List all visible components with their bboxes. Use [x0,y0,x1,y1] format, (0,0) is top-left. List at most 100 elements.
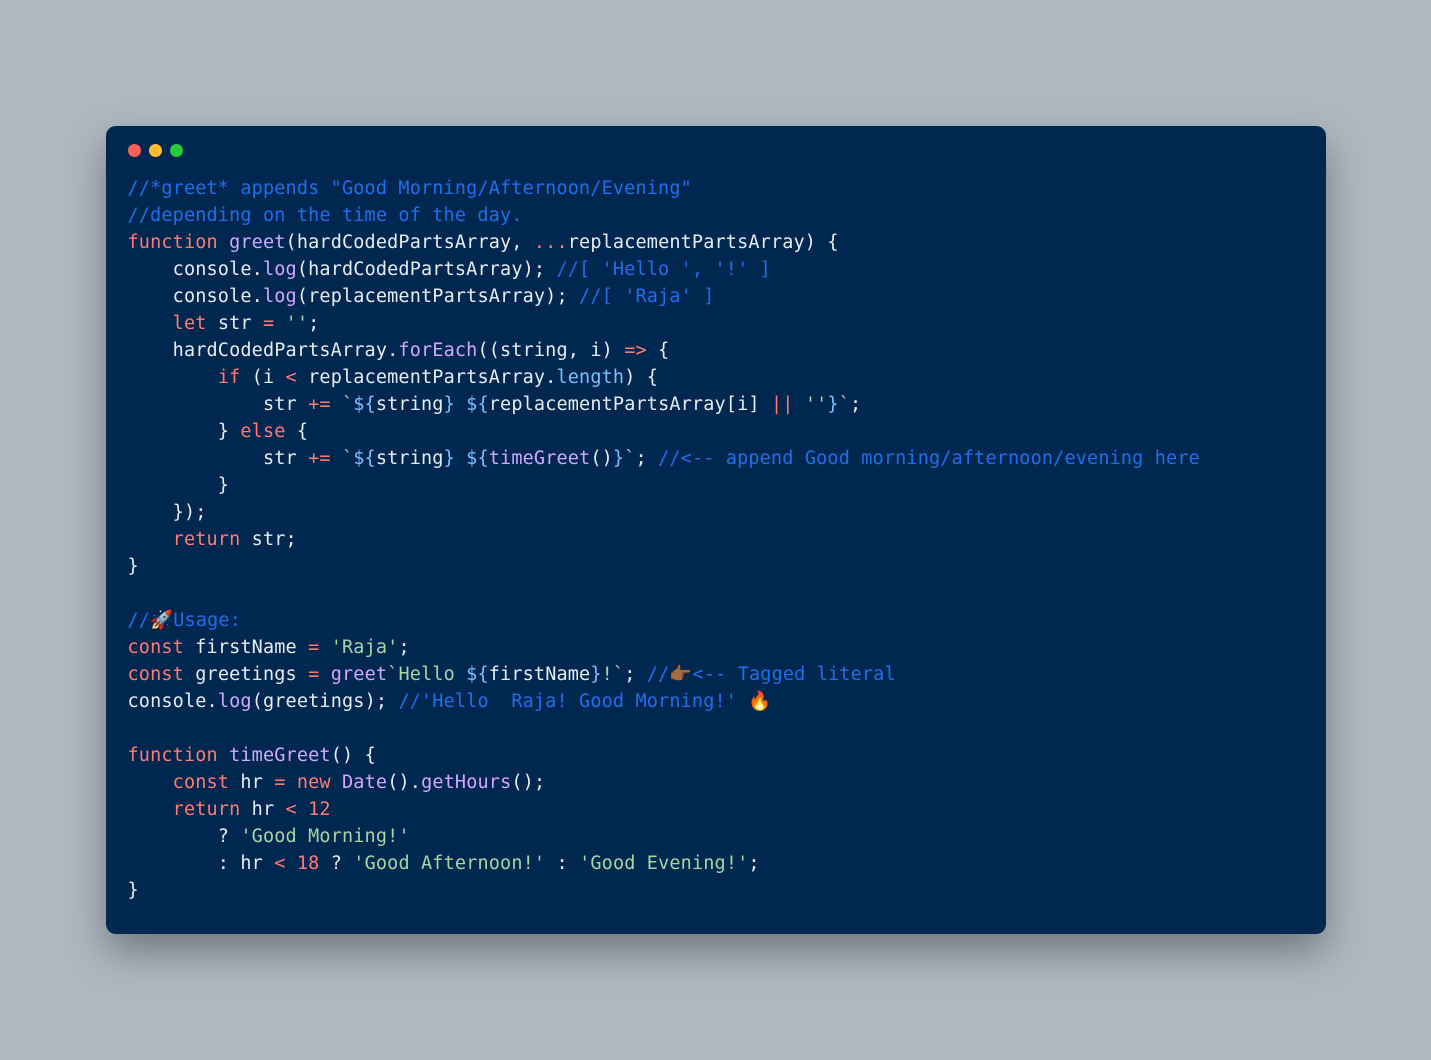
code-token: str; [240,529,296,550]
code-comment: //'Hello Raja! Good Morning!' 🔥 [398,691,771,712]
code-token: (); [511,772,545,793]
code-token [128,313,173,334]
code-token: ((string, i) [477,340,624,361]
code-token: } [590,664,601,685]
code-token: || [771,394,794,415]
code-token: } [128,475,230,496]
code-token: length [556,367,624,388]
code-token: = [308,664,319,685]
code-token: } [444,448,455,469]
code-token: replacementPartsArray. [297,367,557,388]
code-token: firstName [489,664,591,685]
code-comment: //🚀Usage: [128,610,242,631]
code-token: } [827,394,838,415]
code-comment: //[ 'Hello ', '!' ] [556,259,770,280]
code-token: ? [128,826,241,847]
code-token: (i [240,367,285,388]
code-token: '' [274,313,308,334]
code-token: firstName [184,637,308,658]
code-token: } [128,421,241,442]
code-token [128,772,173,793]
code-token: ${ [466,664,489,685]
code-token: ` [839,394,850,415]
code-token: (greetings); [252,691,399,712]
code-token: return [173,799,241,820]
code-token: < [286,799,297,820]
code-token: 18 [297,853,320,874]
code-token: { [286,421,309,442]
code-token: 12 [308,799,331,820]
code-token: hardCodedPartsArray. [128,340,399,361]
code-token: (replacementPartsArray); [297,286,579,307]
code-token: () [590,448,613,469]
code-comment: //depending on the time of the day. [128,205,523,226]
code-token: } [613,448,624,469]
code-token: log [218,691,252,712]
code-token: function [128,745,218,766]
code-block: //*greet* appends "Good Morning/Afternoo… [128,175,1304,904]
code-token: ` [624,448,635,469]
code-token: const [173,772,229,793]
code-token: replacementPartsArray) { [568,232,839,253]
code-token: string [376,448,444,469]
code-token: = [308,637,319,658]
code-token: ) { [624,367,658,388]
code-window: //*greet* appends "Good Morning/Afternoo… [106,126,1326,934]
code-token: !` [602,664,625,685]
code-token: : hr [128,853,275,874]
code-comment: //👉🏾<-- Tagged literal [647,664,896,685]
code-token: = [274,772,285,793]
code-token: str [128,394,309,415]
code-token: string [376,394,444,415]
code-token: } [128,880,139,901]
code-token: () { [331,745,376,766]
code-token: getHours [421,772,511,793]
code-token: ` [331,394,354,415]
code-comment: //*greet* appends "Good Morning/Afternoo… [128,178,692,199]
code-token: str [128,448,309,469]
code-token: ; [398,637,409,658]
code-token: ... [534,232,568,253]
code-token: replacementPartsArray[i] [489,394,771,415]
code-token: ; [308,313,319,334]
code-token: '' [794,394,828,415]
code-token: const [128,637,184,658]
code-token: < [286,367,297,388]
code-token: timeGreet [489,448,591,469]
code-token: ; [748,853,759,874]
code-token: ${ [466,394,489,415]
code-token: `Hello [387,664,466,685]
code-token: = [263,313,274,334]
code-token: ${ [353,448,376,469]
code-token: else [240,421,285,442]
code-token: ; [850,394,861,415]
code-token: greet [218,232,286,253]
code-token: new [297,772,331,793]
code-token: 'Raja' [319,637,398,658]
code-token: { [647,340,670,361]
code-token: (hardCodedPartsArray); [297,259,557,280]
close-icon[interactable] [128,144,141,157]
code-token: str [207,313,263,334]
code-token: log [263,259,297,280]
code-token: ; [636,448,659,469]
maximize-icon[interactable] [170,144,183,157]
window-controls [128,144,1304,157]
minimize-icon[interactable] [149,144,162,157]
code-token: => [624,340,647,361]
code-token: : [545,853,579,874]
code-token [455,394,466,415]
code-token [128,799,173,820]
code-token: ` [331,448,354,469]
code-token [128,367,218,388]
code-token: ${ [466,448,489,469]
code-token: } [444,394,455,415]
code-token: return [173,529,241,550]
code-token: const [128,664,184,685]
code-token: += [308,394,331,415]
code-token: hr [229,772,274,793]
code-token: greetings [184,664,308,685]
code-token: ${ [353,394,376,415]
code-token: 'Good Afternoon!' [353,853,545,874]
code-token: (). [387,772,421,793]
